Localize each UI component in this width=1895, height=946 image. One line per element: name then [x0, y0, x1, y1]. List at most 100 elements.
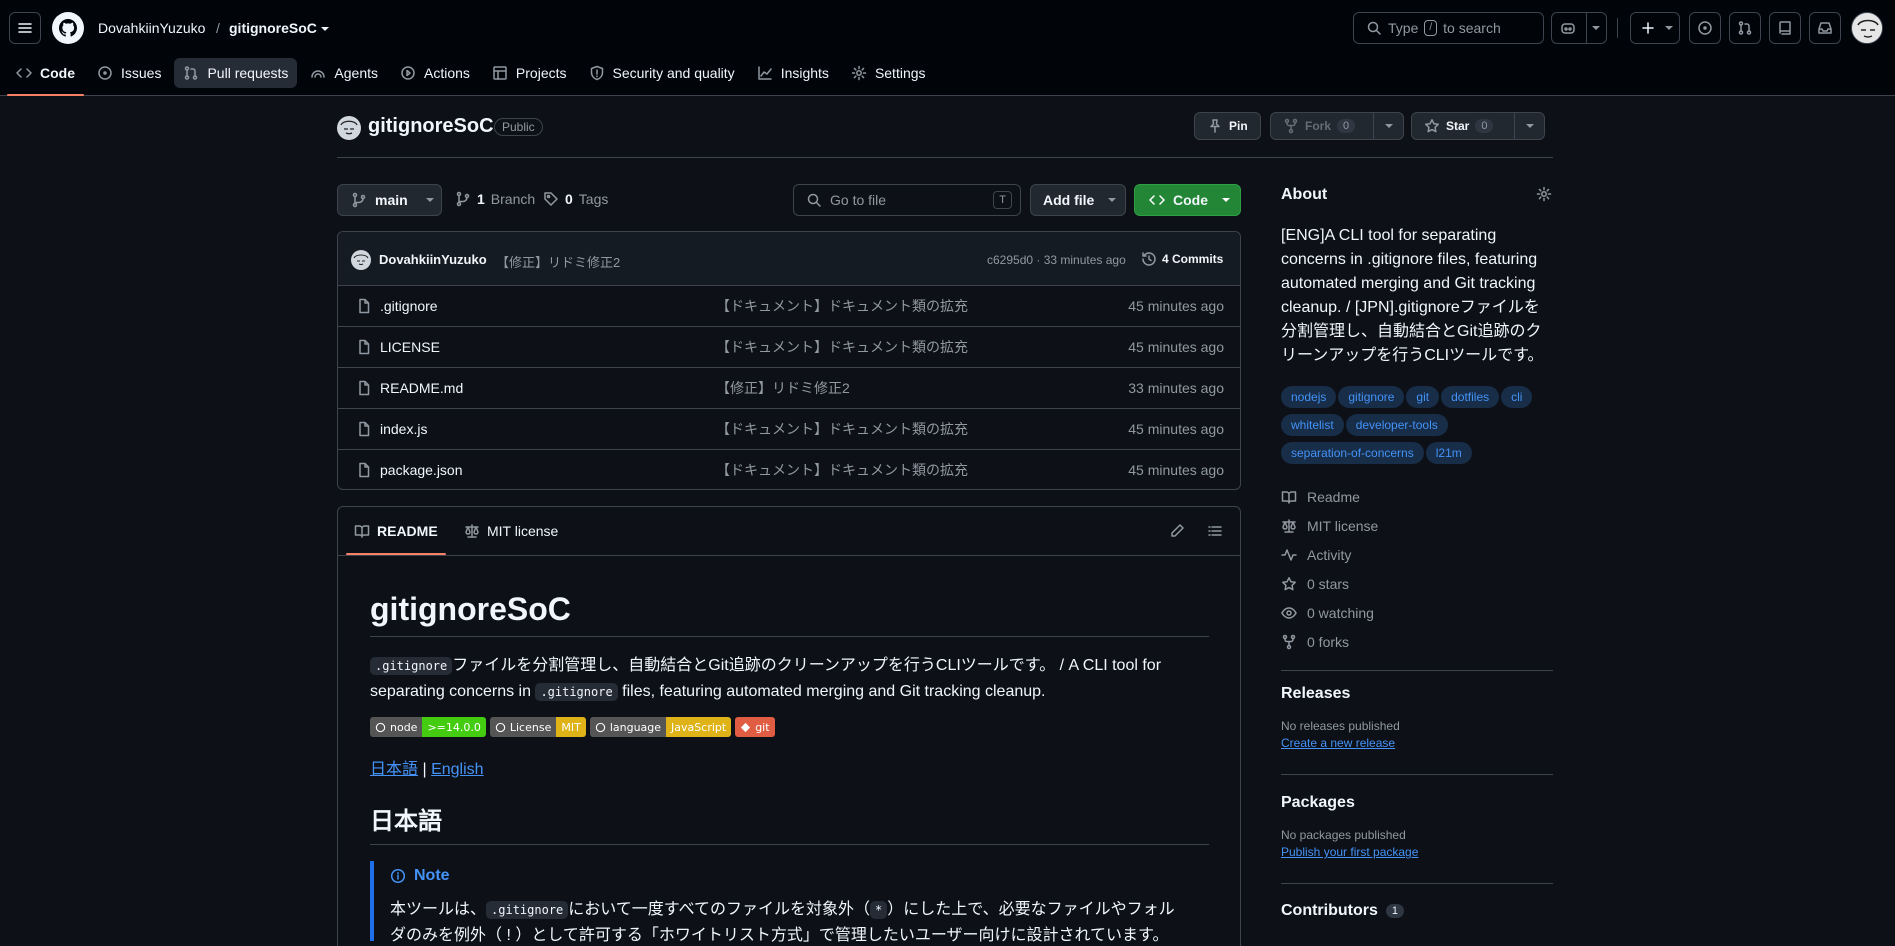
tab-security[interactable]: Security and quality — [580, 58, 744, 88]
tab-label: Code — [40, 65, 75, 81]
topic-tag[interactable]: cli — [1501, 386, 1533, 408]
create-new-button[interactable] — [1630, 12, 1680, 44]
pin-button[interactable]: Pin — [1194, 112, 1261, 140]
gear-icon — [851, 65, 867, 81]
list-outline-icon[interactable] — [1207, 523, 1223, 539]
about-link-label: MIT license — [1307, 517, 1379, 534]
topic-tag[interactable]: developer-tools — [1345, 414, 1448, 436]
branches-link[interactable]: 1 Branch — [455, 191, 535, 207]
topic-tag[interactable]: dotfiles — [1441, 386, 1500, 408]
file-list: DovahkiinYuzuko 【修正】リドミ修正2 c6295d0 · 33 … — [337, 231, 1241, 490]
readme-description: .gitignore ファイルを分割管理し、自動結合とGit追跡のクリーンアップを… — [370, 653, 1209, 705]
menu-button[interactable] — [9, 12, 41, 44]
file-name-link[interactable]: .gitignore — [380, 298, 438, 314]
inline-code: * — [870, 901, 888, 919]
releases-heading[interactable]: Releases — [1281, 685, 1553, 703]
code-button[interactable]: Code — [1134, 184, 1241, 216]
search-text-post: to search — [1443, 20, 1501, 36]
tab-actions[interactable]: Actions — [391, 58, 479, 88]
branches-count: 1 — [477, 191, 485, 207]
lang-link-en[interactable]: English — [431, 761, 483, 778]
search-input[interactable]: Type / to search — [1353, 12, 1544, 44]
about-link-label: Readme — [1307, 488, 1360, 505]
add-file-button[interactable]: Add file — [1030, 184, 1126, 216]
go-to-file-input[interactable]: Go to file T — [793, 184, 1021, 216]
tab-settings[interactable]: Settings — [842, 58, 935, 88]
contributors-heading[interactable]: Contributors — [1281, 902, 1378, 920]
file-name-link[interactable]: README.md — [380, 380, 463, 396]
inbox-button[interactable] — [1809, 12, 1841, 44]
file-commit-message[interactable]: 【ドキュメント】ドキュメント類の拡充 — [716, 460, 968, 480]
user-avatar[interactable] — [1851, 12, 1883, 44]
pencil-icon[interactable] — [1169, 523, 1185, 539]
file-row[interactable]: index.js 【ドキュメント】ドキュメント類の拡充 45 minutes ago — [338, 408, 1240, 449]
divider — [337, 157, 1553, 158]
repo-title[interactable]: gitignoreSoC — [368, 115, 494, 138]
publish-package-link[interactable]: Publish your first package — [1281, 845, 1553, 859]
star-button[interactable]: Star 0 — [1411, 112, 1545, 140]
file-row[interactable]: LICENSE 【ドキュメント】ドキュメント類の拡充 45 minutes ago — [338, 326, 1240, 367]
file-name-link[interactable]: index.js — [380, 421, 427, 437]
file-row[interactable]: README.md 【修正】リドミ修正2 33 minutes ago — [338, 367, 1240, 408]
file-commit-message[interactable]: 【修正】リドミ修正2 — [716, 378, 850, 398]
tab-issues[interactable]: Issues — [88, 58, 170, 88]
create-release-link[interactable]: Create a new release — [1281, 736, 1553, 750]
topic-tag[interactable]: gitignore — [1338, 386, 1405, 408]
file-commit-message[interactable]: 【ドキュメント】ドキュメント類の拡充 — [716, 337, 968, 357]
chevron-down-icon[interactable] — [321, 27, 329, 31]
divider — [1281, 670, 1553, 671]
issues-button[interactable] — [1689, 12, 1721, 44]
owner-link[interactable]: DovahkiinYuzuko — [98, 20, 205, 36]
about-link[interactable]: 0 forks — [1281, 627, 1553, 656]
fork-button[interactable]: Fork 0 — [1270, 112, 1404, 140]
file-name-link[interactable]: LICENSE — [380, 339, 440, 355]
topic-tag[interactable]: whitelist — [1281, 414, 1344, 436]
tab-projects[interactable]: Projects — [483, 58, 576, 88]
branch-select[interactable]: main — [337, 184, 442, 216]
pull-requests-button[interactable] — [1729, 12, 1761, 44]
search-shortcut-key: / — [1424, 20, 1438, 36]
file-row[interactable]: package.json 【ドキュメント】ドキュメント類の拡充 45 minutes… — [338, 449, 1240, 489]
commit-meta[interactable]: c6295d0 · 33 minutes ago — [987, 253, 1126, 267]
tab-agents[interactable]: Agents — [301, 58, 387, 88]
description-jp: ファイルを分割管理し、自動結合とGit追跡のクリーンアップを行うCLIツールです… — [452, 657, 1162, 674]
chevron-down-icon[interactable] — [1526, 124, 1534, 128]
tab-readme[interactable]: README — [346, 507, 446, 555]
topic-tag[interactable]: nodejs — [1281, 386, 1337, 408]
tab-license[interactable]: MIT license — [456, 507, 566, 555]
search-text-pre: Type — [1388, 20, 1419, 36]
file-commit-message[interactable]: 【ドキュメント】ドキュメント類の拡充 — [716, 296, 968, 316]
about-link[interactable]: Readme — [1281, 482, 1553, 511]
topic-tag[interactable]: git — [1406, 386, 1440, 408]
commits-link[interactable]: 4 Commits — [1141, 251, 1223, 267]
inline-code: .gitignore — [535, 683, 618, 701]
github-logo-icon[interactable] — [52, 12, 84, 44]
file-row[interactable]: .gitignore 【ドキュメント】ドキュメント類の拡充 45 minutes a… — [338, 285, 1240, 326]
packages-heading[interactable]: Packages — [1281, 794, 1553, 812]
file-commit-message[interactable]: 【ドキュメント】ドキュメント類の拡充 — [716, 419, 968, 439]
tab-code[interactable]: Code — [7, 58, 84, 96]
tab-insights[interactable]: Insights — [748, 58, 838, 88]
chevron-down-icon[interactable] — [1385, 124, 1393, 128]
about-link[interactable]: 0 stars — [1281, 569, 1553, 598]
divider — [1281, 883, 1553, 884]
topic-tag[interactable]: separation-of-concerns — [1281, 442, 1424, 464]
about-link[interactable]: 0 watching — [1281, 598, 1553, 627]
tab-pull-requests[interactable]: Pull requests — [174, 58, 298, 88]
divider — [370, 636, 1209, 637]
copilot-button[interactable] — [1551, 12, 1607, 44]
releases-empty: No releases published — [1281, 719, 1400, 733]
history-icon — [1142, 252, 1156, 266]
description-en-pre: separating concerns in — [370, 683, 531, 700]
repositories-button[interactable] — [1769, 12, 1801, 44]
about-link[interactable]: Activity — [1281, 540, 1553, 569]
topic-tag[interactable]: l21m — [1425, 442, 1472, 464]
about-link[interactable]: MIT license — [1281, 511, 1553, 540]
tags-link[interactable]: 0 Tags — [543, 191, 608, 207]
gear-icon[interactable] — [1536, 186, 1552, 202]
commit-author[interactable]: DovahkiinYuzuko — [379, 252, 487, 267]
repo-link[interactable]: gitignoreSoC — [229, 20, 317, 36]
commit-message[interactable]: 【修正】リドミ修正2 — [496, 252, 620, 271]
file-name-link[interactable]: package.json — [380, 462, 463, 478]
lang-link-jp[interactable]: 日本語 — [370, 761, 418, 778]
